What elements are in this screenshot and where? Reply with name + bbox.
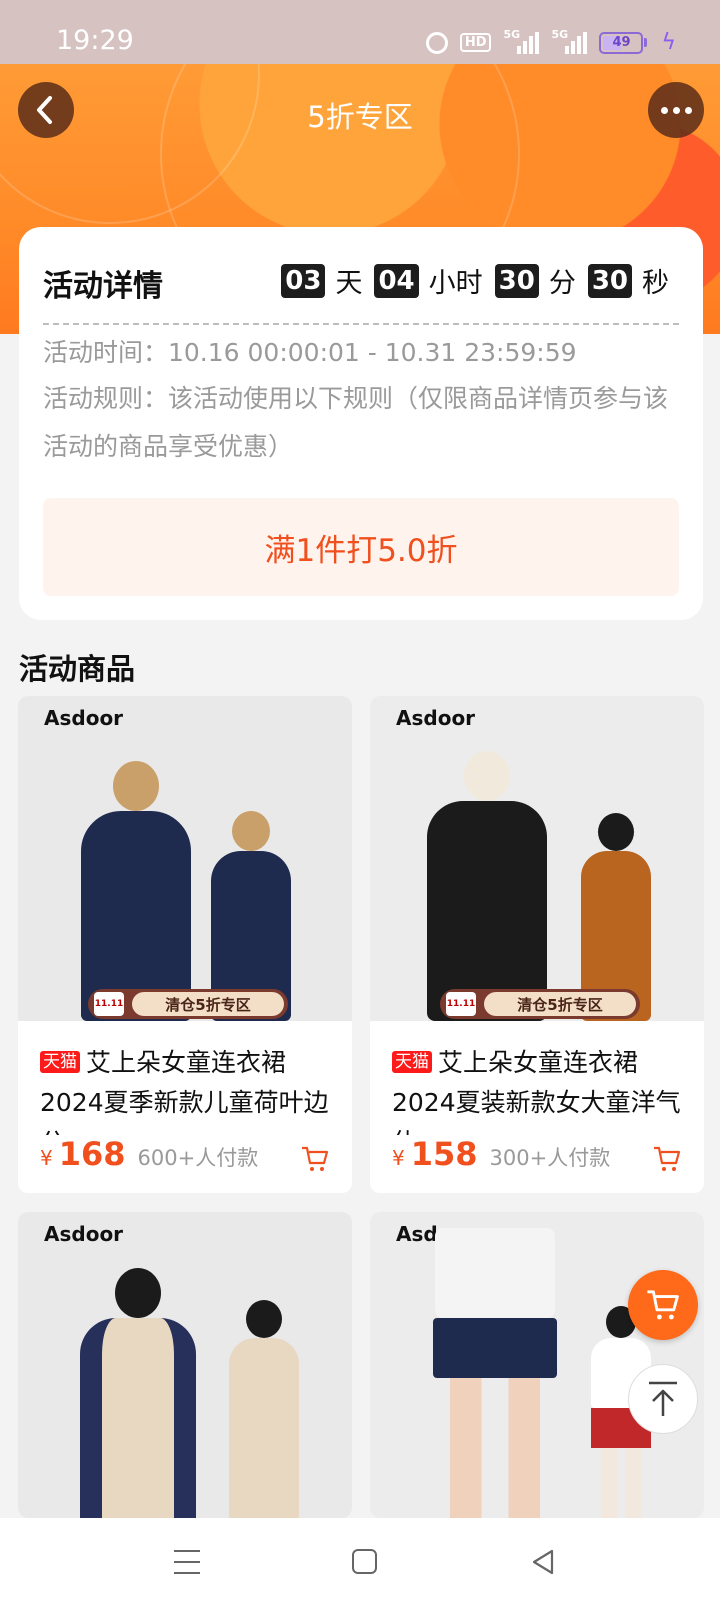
- countdown-minutes: 30: [494, 263, 539, 298]
- system-nav-bar: [0, 1518, 720, 1609]
- back-to-top-button[interactable]: [628, 1364, 698, 1434]
- product-card[interactable]: Asdoor 11.11 清仓5折专区 天猫 艾上朵女童连衣裙2024夏季新款儿童…: [18, 696, 352, 1193]
- product-footer: ¥ 168 600+人付款: [18, 1135, 352, 1193]
- product-card[interactable]: Asdoor: [18, 1212, 352, 1518]
- activity-rule: 活动规则：该活动使用以下规则（仅限商品详情页参与该活动的商品享受优惠）: [43, 384, 669, 461]
- product-photo: [422, 751, 552, 1021]
- product-name[interactable]: 天猫艾上朵女童连衣裙2024夏季新款儿童荷叶边公: [18, 1021, 352, 1135]
- signal-icon: 5G: [503, 28, 540, 54]
- status-time: 19:29: [56, 25, 134, 56]
- back-triangle-icon[interactable]: [530, 1548, 556, 1576]
- countdown-timer: 03 天 04 小时 30 分 30 秒: [281, 261, 669, 300]
- activity-title: 活动详情: [43, 269, 163, 304]
- page-title: 5折专区: [307, 100, 413, 134]
- product-footer: ¥ 158 300+人付款: [370, 1135, 704, 1193]
- divider: [43, 323, 679, 325]
- activity-time: 活动时间：10.16 00:00:01 - 10.31 23:59:59: [43, 338, 577, 367]
- countdown-hours: 04: [374, 263, 419, 298]
- product-image[interactable]: Asdoor 11.11 清仓5折专区: [370, 696, 704, 1021]
- product-price: 158: [410, 1135, 478, 1173]
- product-photo: [78, 1268, 198, 1518]
- floating-cart-button[interactable]: [628, 1270, 698, 1340]
- menu-icon[interactable]: [174, 1550, 200, 1574]
- countdown-seconds: 30: [587, 263, 632, 298]
- hd-icon: HD: [459, 33, 492, 52]
- promo-banner: 满1件打5.0折: [43, 498, 679, 596]
- brand-logo: Asdoor: [44, 706, 124, 730]
- cart-icon[interactable]: [652, 1145, 682, 1173]
- home-icon[interactable]: [352, 1549, 377, 1574]
- product-photo: [430, 1228, 560, 1518]
- arrow-up-icon: [649, 1381, 677, 1416]
- activity-card: 活动详情 03 天 04 小时 30 分 30 秒 活动时间：10.16 00:…: [19, 227, 703, 620]
- status-bar: 19:29 HD 5G 5G 49 ϟ: [0, 0, 720, 64]
- product-name[interactable]: 天猫艾上朵女童连衣裙2024夏装新款女大童洋气休: [370, 1021, 704, 1135]
- sale-tag: 11.11 清仓5折专区: [88, 989, 288, 1019]
- more-button[interactable]: [648, 82, 704, 138]
- sold-count: 300+人付款: [489, 1146, 611, 1170]
- tmall-badge: 天猫: [40, 1051, 80, 1073]
- product-photo: [76, 761, 196, 1021]
- tmall-badge: 天猫: [392, 1051, 432, 1073]
- signal-icon-2: 5G: [551, 28, 588, 54]
- product-price: 168: [58, 1135, 126, 1173]
- brand-logo: Asdoor: [396, 706, 476, 730]
- countdown-days: 03: [281, 263, 326, 298]
- battery-icon: 49: [599, 31, 648, 54]
- section-title: 活动商品: [19, 652, 136, 686]
- product-image[interactable]: Asdoor 11.11 清仓5折专区: [18, 696, 352, 1021]
- sale-tag: 11.11 清仓5折专区: [440, 989, 640, 1019]
- sold-count: 600+人付款: [137, 1146, 259, 1170]
- cart-icon: [647, 1290, 679, 1320]
- status-icons: HD 5G 5G 49 ϟ: [425, 28, 676, 55]
- cart-icon[interactable]: [300, 1145, 330, 1173]
- product-image[interactable]: Asdoor: [18, 1212, 352, 1518]
- charging-icon: ϟ: [661, 30, 676, 55]
- alarm-icon: [425, 31, 448, 54]
- brand-logo: Asdoor: [44, 1222, 124, 1246]
- product-card[interactable]: Asdoor 11.11 清仓5折专区 天猫 艾上朵女童连衣裙2024夏装新款女大…: [370, 696, 704, 1193]
